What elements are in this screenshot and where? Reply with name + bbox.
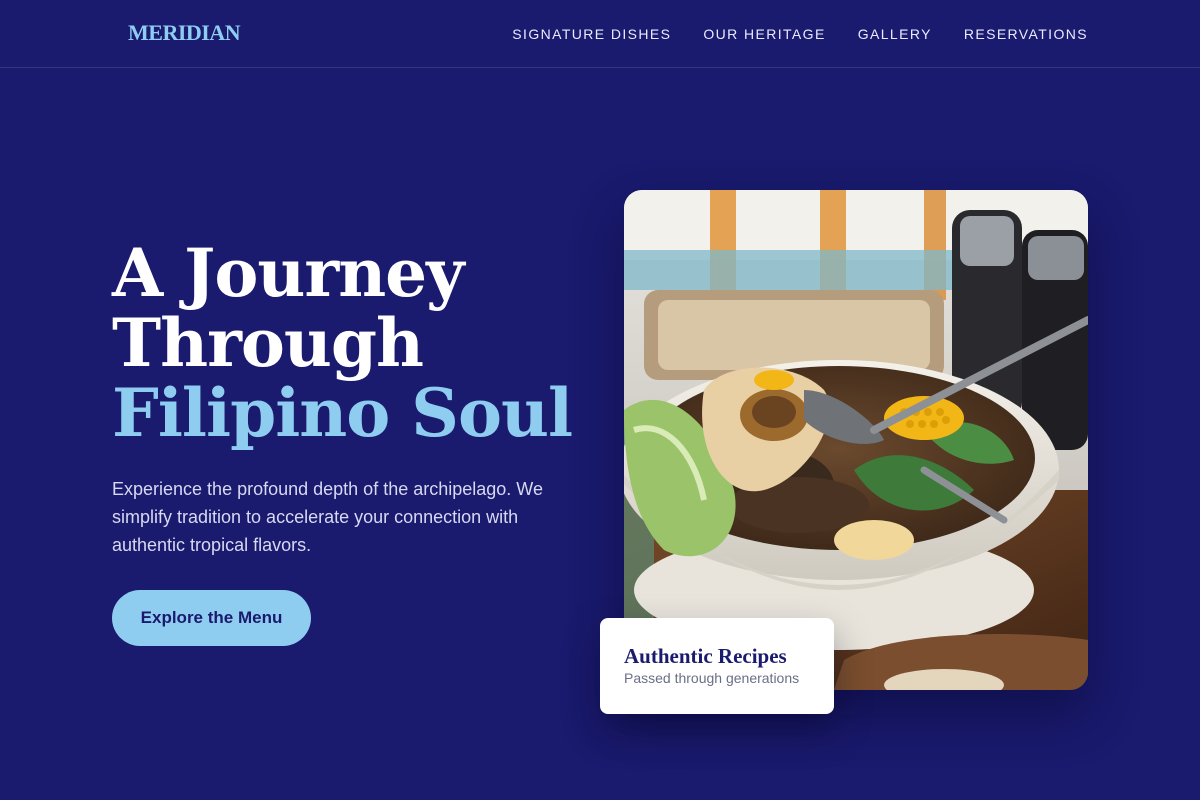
hero-title-line-1: A Journey bbox=[112, 234, 465, 312]
nav-gallery[interactable]: GALLERY bbox=[858, 26, 932, 42]
feature-card-title: Authentic Recipes bbox=[624, 644, 787, 668]
nav-reservations[interactable]: RESERVATIONS bbox=[964, 26, 1088, 42]
bulalo-bowl-image bbox=[624, 190, 1088, 690]
brand-logo[interactable]: MERIDIAN bbox=[128, 20, 241, 46]
nav-signature-dishes[interactable]: SIGNATURE DISHES bbox=[512, 26, 671, 42]
top-navbar: MERIDIAN SIGNATURE DISHES OUR HERITAGE G… bbox=[0, 0, 1200, 68]
explore-menu-button[interactable]: Explore the Menu bbox=[112, 590, 311, 646]
hero-title-accent: Filipino Soul bbox=[112, 374, 573, 452]
hero-subtitle: Experience the profound depth of the arc… bbox=[112, 479, 543, 555]
hero-title-line-2: Through bbox=[112, 304, 424, 382]
hero-title: A Journey Through Filipino Soul bbox=[112, 234, 573, 452]
feature-card-subtitle: Passed through generations bbox=[624, 670, 800, 686]
nav-our-heritage[interactable]: OUR HERITAGE bbox=[703, 26, 825, 42]
main-nav: SIGNATURE DISHES OUR HERITAGE GALLERY RE… bbox=[512, 0, 1088, 68]
hero-food-photo bbox=[624, 190, 1088, 690]
feature-card: Authentic Recipes Passed through generat… bbox=[600, 618, 834, 714]
